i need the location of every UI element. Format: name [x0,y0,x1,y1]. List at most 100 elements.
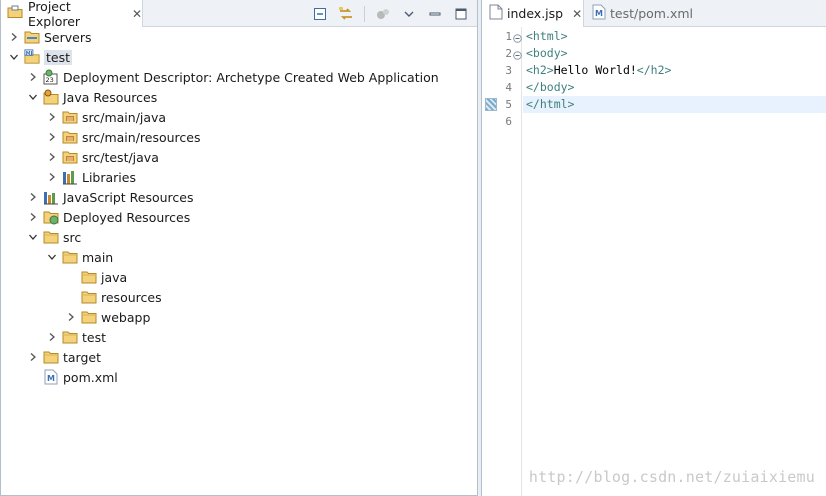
project-explorer-icon [7,4,23,23]
html-tag-token: </html> [526,97,575,111]
tree-item[interactable]: Mpom.xml [26,367,118,387]
tree-item[interactable]: src/test/java [45,147,159,167]
code-area[interactable]: <html> <body> <h2>Hello World!</h2> </body>… [523,27,826,496]
jsp-file-icon [489,4,503,23]
tree-item[interactable]: target [26,347,101,367]
tree-item-label: resources [101,289,162,305]
editor-tabbar: index.jsp ✕ M test/pom.xml [482,0,826,27]
chevron-down-icon[interactable] [26,90,40,104]
tab-index-jsp[interactable]: index.jsp ✕ [482,0,584,27]
chevron-right-icon[interactable] [7,30,21,44]
html-tag-token: <body> [526,46,568,60]
tree-item-label: Servers [44,29,92,45]
chevron-down-icon[interactable] [45,250,59,264]
overview-ruler [482,27,500,496]
tab-label: Project Explorer [28,0,81,29]
javascript-resources-icon [43,189,59,205]
tree-item-label: src/test/java [82,149,159,165]
deployed-resources-icon [43,209,59,225]
tree-item[interactable]: webapp [64,307,150,327]
line-number: 4 [505,81,512,94]
tab-project-explorer[interactable]: Project Explorer ✕ [1,0,143,29]
maven-file-icon: M [592,4,606,23]
tab-label: index.jsp [507,6,564,21]
tree-item[interactable]: Servers [7,27,92,47]
tree-item[interactable]: main [45,247,113,267]
tree-item-label: Java Resources [63,89,158,105]
line-number: 3 [505,64,512,77]
tab-test-pom-xml[interactable]: M test/pom.xml [585,0,695,27]
folder-icon [62,249,78,265]
chevron-down-icon[interactable] [7,50,21,64]
tree-item[interactable]: java [64,267,127,287]
maximize-icon[interactable] [453,6,469,22]
svg-text:M: M [47,374,55,383]
fold-collapse-icon[interactable] [513,49,522,60]
svg-text:M: M [595,9,603,18]
chevron-right-icon[interactable] [26,210,40,224]
chevron-right-icon[interactable] [45,150,59,164]
code-line: </html> [526,96,574,113]
svg-text:MJ: MJ [26,51,33,57]
tree-item[interactable]: src/main/java [45,107,166,127]
tree-item[interactable]: Java Resources [26,87,157,107]
tree-item[interactable]: JavaScript Resources [26,187,193,207]
tree-item-label: pom.xml [63,369,118,385]
tree-item[interactable]: Deployed Resources [26,207,190,227]
fold-collapse-icon[interactable] [513,32,522,43]
folder-icon [62,329,78,345]
chevron-right-icon[interactable] [45,330,59,344]
tree-item[interactable]: src [26,227,81,247]
tree-item-label: java [101,269,128,285]
line-number: 6 [505,115,512,128]
minimize-icon[interactable] [427,6,443,22]
tree-item-label: test [44,49,73,65]
tree-item[interactable]: test [45,327,106,347]
folder-icon [81,309,97,325]
chevron-right-icon[interactable] [26,70,40,84]
code-line: <body> [526,45,568,62]
link-with-editor-icon[interactable] [338,6,354,22]
code-line: <html> [526,28,568,45]
tree-item-label: main [82,249,114,265]
tree-item[interactable]: 23 Deployment Descriptor: Archetype Creat… [26,67,439,87]
chevron-down-icon[interactable] [26,230,40,244]
chevron-right-icon[interactable] [45,170,59,184]
occurrence-marker[interactable] [485,98,497,111]
libraries-icon [62,169,78,185]
text-token: Hello World! [553,63,637,77]
close-icon[interactable]: ✕ [132,7,142,21]
view-menu-icon[interactable] [375,6,391,22]
tree-item-label: src/main/java [82,109,167,125]
chevron-right-icon[interactable] [45,110,59,124]
chevron-right-icon[interactable] [45,130,59,144]
svg-text:23: 23 [46,76,54,84]
project-explorer-panel: Project Explorer ✕ Servers MJ test 23 De… [0,0,478,496]
tree-item[interactable]: src/main/resources [45,127,200,147]
project-explorer-tabbar: Project Explorer ✕ [1,0,477,29]
tree-item-label: Libraries [82,169,136,185]
html-tag-token: </body> [526,80,575,94]
chevron-right-icon[interactable] [64,310,78,324]
tree-item-label: webapp [101,309,151,325]
source-folder-icon [62,129,78,145]
chevron-right-icon[interactable] [26,190,40,204]
tree-item[interactable]: resources [64,287,162,307]
deployment-descriptor-icon: 23 [43,69,59,85]
code-editor[interactable]: 1 2 3 4 5 6 <html> <body> <h2>Hello World!</h2>… [482,27,826,496]
tree-item-label: src/main/resources [82,129,201,145]
tree-item[interactable]: Libraries [45,167,136,187]
chevron-down-icon[interactable] [401,6,417,22]
collapse-all-icon[interactable] [312,6,328,22]
maven-file-icon: M [43,369,59,385]
tree-item[interactable]: MJ test [7,47,73,67]
chevron-right-icon[interactable] [26,350,40,364]
tree-item-label: target [63,349,102,365]
html-tag-token: <html> [526,29,568,43]
line-number: 1 [505,30,512,43]
code-line: <h2>Hello World!</h2> [526,62,671,79]
code-line: </body> [526,79,574,96]
html-tag-token: </h2> [636,63,672,77]
close-icon[interactable]: ✕ [572,7,582,21]
